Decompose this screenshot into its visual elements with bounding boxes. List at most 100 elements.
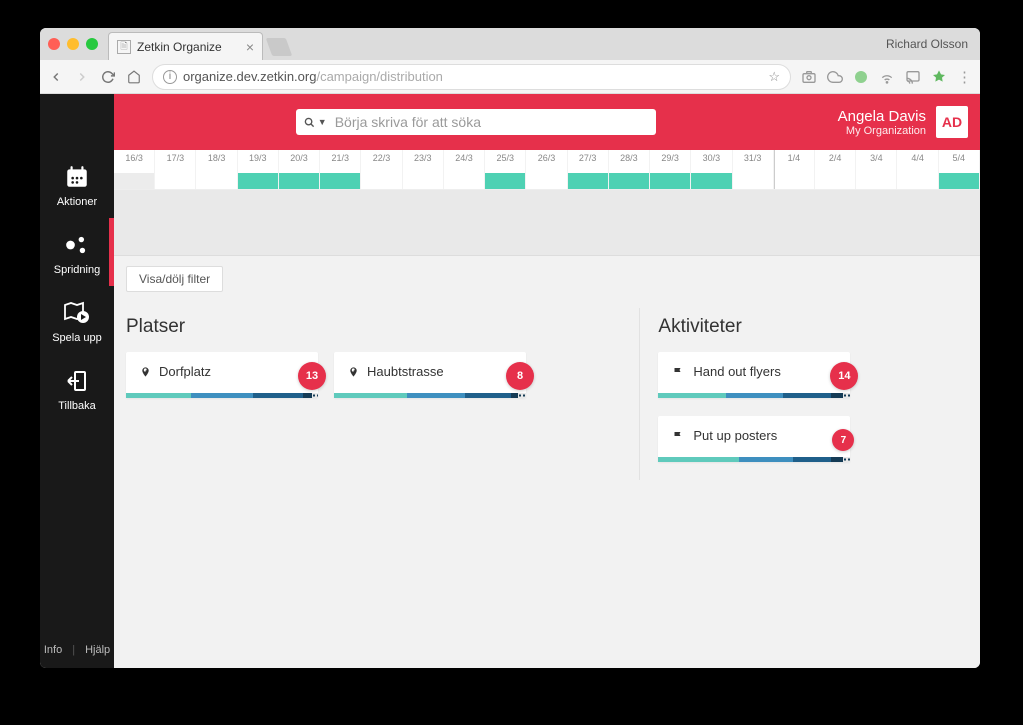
timeline-day[interactable]: 3/4 [856,150,897,189]
timeline-fill [485,173,525,189]
sidebar-item-tillbaka[interactable]: Tillbaka [40,354,114,422]
url-input[interactable]: i organize.dev.zetkin.org/campaign/distr… [152,64,791,90]
timeline-fill [691,173,731,189]
timeline-date-label: 27/3 [568,150,608,163]
activity-card[interactable]: Put up posters7 [658,416,850,462]
footer-help-link[interactable]: Hjälp [85,644,110,656]
app-header: ▼ Angela Davis My Organization AD [40,94,980,150]
timeline-date-label: 22/3 [361,150,401,163]
menu-dots-icon[interactable]: ⋮ [957,68,972,86]
timeline-day[interactable]: 30/3 [691,150,732,189]
cloud-ext-icon[interactable] [827,69,843,85]
activity-card[interactable]: Hand out flyers14 [658,352,850,398]
timeline-day[interactable]: 17/3 [155,150,196,189]
timeline-date-label: 29/3 [650,150,690,163]
reload-icon[interactable] [100,69,116,85]
close-tab-icon[interactable]: × [246,39,254,55]
maximize-window-icon[interactable] [86,38,98,50]
timeline-day[interactable]: 29/3 [650,150,691,189]
sidebar-footer: Info | Hjälp [40,634,114,668]
progress-bar [126,393,318,398]
page-favicon-icon: 🗎 [117,40,131,54]
place-card[interactable]: Dorfplatz13 [126,352,318,398]
search-icon [304,117,315,128]
sidebar-item-spela-upp[interactable]: Spela upp [40,286,114,354]
sidebar-item-spridning[interactable]: Spridning [40,218,114,286]
timeline-fill [320,173,360,189]
timeline-fill [609,173,649,189]
url-path: /campaign/distribution [316,69,442,84]
extension-icons: ⋮ [801,68,972,86]
browser-addressbar: i organize.dev.zetkin.org/campaign/distr… [40,60,980,94]
wifi-ext-icon[interactable] [879,69,895,85]
place-card[interactable]: Haubtstrasse8 [334,352,526,398]
places-column: Platser Dorfplatz13Haubtstrasse8 [126,308,621,480]
timeline-day[interactable]: 19/3 [238,150,279,189]
timeline-day[interactable]: 27/3 [568,150,609,189]
new-tab-button[interactable] [266,38,293,56]
place-name: Haubtstrasse [367,364,444,379]
timeline-fill [568,173,608,189]
timeline-day[interactable]: 4/4 [897,150,938,189]
timeline-day[interactable]: 23/3 [403,150,444,189]
close-window-icon[interactable] [48,38,60,50]
timeline-date-label: 31/3 [733,150,773,163]
toggle-filter-button[interactable]: Visa/dölj filter [126,266,223,292]
play-map-icon [63,300,91,326]
timeline-date-label: 17/3 [155,150,195,163]
timeline-spacer [114,190,980,256]
timeline-day[interactable]: 25/3 [485,150,526,189]
footer-info-link[interactable]: Info [44,644,62,656]
nav-forward-icon [74,69,90,85]
timeline-fill [114,173,154,189]
activity-name: Hand out flyers [693,364,780,379]
green2-ext-icon[interactable] [931,69,947,85]
places-title: Platser [126,316,621,338]
window-controls [48,38,98,50]
timeline[interactable]: 16/317/318/319/320/321/322/323/324/325/3… [114,150,980,190]
count-badge: 7 [832,429,854,451]
timeline-day[interactable]: 1/4 [774,150,815,189]
sidebar-item-label: Aktioner [57,196,97,208]
browser-tab[interactable]: 🗎 Zetkin Organize × [108,32,263,60]
activities-column: Aktiviteter Hand out flyers14Put up post… [639,308,968,480]
timeline-day[interactable]: 26/3 [526,150,567,189]
sidebar-item-aktioner[interactable]: Aktioner [40,150,114,218]
content: 16/317/318/319/320/321/322/323/324/325/3… [114,94,980,668]
timeline-date-label: 16/3 [114,150,154,163]
timeline-date-label: 26/3 [526,150,566,163]
user-menu[interactable]: Angela Davis My Organization AD [838,106,980,138]
timeline-day[interactable]: 21/3 [320,150,361,189]
timeline-day[interactable]: 28/3 [609,150,650,189]
sidebar: Aktioner Spridning Spela upp [40,94,114,668]
browser-profile-name[interactable]: Richard Olsson [886,37,972,51]
search-box[interactable]: ▼ [296,109,656,135]
timeline-day[interactable]: 22/3 [361,150,402,189]
flag-icon [672,430,685,442]
timeline-day[interactable]: 18/3 [196,150,237,189]
timeline-date-label: 2/4 [815,150,855,163]
progress-bar [334,393,526,398]
timeline-day[interactable]: 2/4 [815,150,856,189]
count-badge: 8 [506,362,534,390]
timeline-day[interactable]: 20/3 [279,150,320,189]
timeline-day[interactable]: 24/3 [444,150,485,189]
timeline-date-label: 24/3 [444,150,484,163]
timeline-day[interactable]: 31/3 [733,150,774,189]
home-icon[interactable] [126,69,142,85]
minimize-window-icon[interactable] [67,38,79,50]
search-dropdown-caret-icon[interactable]: ▼ [318,117,327,127]
sidebar-item-label: Tillbaka [58,400,96,412]
timeline-date-label: 21/3 [320,150,360,163]
flag-icon [672,366,685,378]
pin-icon [348,365,359,379]
site-info-icon[interactable]: i [163,70,177,84]
timeline-day[interactable]: 5/4 [939,150,980,189]
timeline-day[interactable]: 16/3 [114,150,155,189]
green-ext-icon[interactable] [853,69,869,85]
search-input[interactable] [335,114,648,130]
camera-ext-icon[interactable] [801,69,817,85]
bookmark-star-icon[interactable]: ☆ [768,69,780,85]
nav-back-icon[interactable] [48,69,64,85]
cast-ext-icon[interactable] [905,69,921,85]
